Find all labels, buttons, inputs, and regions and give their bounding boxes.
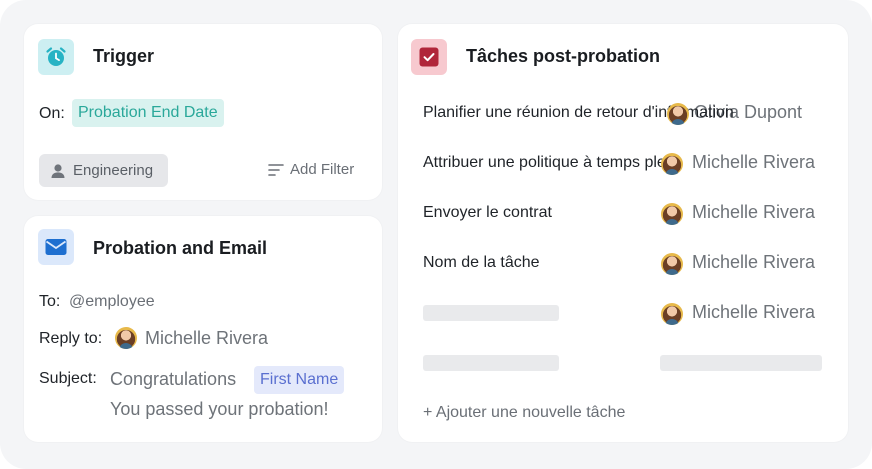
filter-chip-engineering[interactable]: Engineering — [39, 154, 168, 187]
filter-lines-icon — [268, 163, 284, 176]
first-name-token[interactable]: First Name — [254, 366, 345, 394]
avatar — [661, 303, 683, 325]
task-assignee[interactable]: Michelle Rivera — [692, 302, 815, 323]
avatar — [115, 327, 137, 349]
add-task-button[interactable]: + Ajouter une nouvelle tâche — [423, 404, 625, 422]
task-row[interactable]: Nom de la tâche Michelle Rivera — [398, 252, 848, 284]
trigger-event-chip[interactable]: Probation End Date — [72, 99, 224, 127]
task-name-placeholder — [423, 355, 559, 371]
task-name[interactable]: Attribuer une politique à temps plein — [423, 154, 678, 172]
trigger-title: Trigger — [93, 46, 155, 66]
task-name-placeholder — [423, 305, 559, 321]
task-assignee[interactable]: Michelle Rivera — [692, 152, 815, 173]
person-icon — [51, 163, 65, 178]
add-filter-label: Add Filter — [290, 161, 355, 178]
subject-text[interactable]: Congratulations — [110, 369, 236, 390]
email-card[interactable]: Probation and Email To: @employee Reply … — [24, 216, 382, 442]
task-row[interactable]: Olivia Dupont Planifier une réunion de r… — [398, 102, 848, 134]
add-filter-button[interactable]: Add Filter — [268, 161, 354, 178]
avatar — [661, 153, 683, 175]
avatar — [661, 253, 683, 275]
avatar — [661, 203, 683, 225]
trigger-card[interactable]: Trigger On: Probation End Date Engineeri… — [24, 24, 382, 200]
filter-chip-label: Engineering — [73, 162, 154, 179]
task-name[interactable]: Envoyer le contrat — [423, 204, 552, 222]
task-row[interactable]: Michelle Rivera — [398, 302, 848, 334]
task-row — [398, 354, 848, 384]
envelope-icon — [38, 229, 74, 265]
tasks-title: Tâches post-probation — [466, 46, 661, 66]
on-label: On: — [39, 105, 65, 122]
alarm-clock-icon — [38, 39, 74, 75]
subject-label: Subject: — [39, 370, 97, 387]
checkbox-icon — [411, 39, 447, 75]
email-title: Probation and Email — [93, 238, 268, 258]
avatar — [667, 103, 689, 125]
task-row[interactable]: Michelle Rivera Attribuer une politique … — [398, 152, 848, 184]
to-value[interactable]: @employee — [69, 293, 155, 311]
task-assignee[interactable]: Michelle Rivera — [692, 202, 815, 223]
reply-to-label: Reply to: — [39, 330, 103, 347]
reply-to-value[interactable]: Michelle Rivera — [145, 328, 268, 349]
workflow-canvas: Trigger On: Probation End Date Engineeri… — [0, 0, 872, 469]
assignee-placeholder — [660, 355, 822, 371]
task-name[interactable]: Nom de la tâche — [423, 254, 540, 272]
tasks-card[interactable]: Tâches post-probation Olivia Dupont Plan… — [398, 24, 848, 442]
to-label: To: — [39, 293, 61, 310]
task-row[interactable]: Envoyer le contrat Michelle Rivera — [398, 202, 848, 234]
task-assignee[interactable]: Michelle Rivera — [692, 252, 815, 273]
subject-line-2[interactable]: You passed your probation! — [110, 399, 329, 420]
